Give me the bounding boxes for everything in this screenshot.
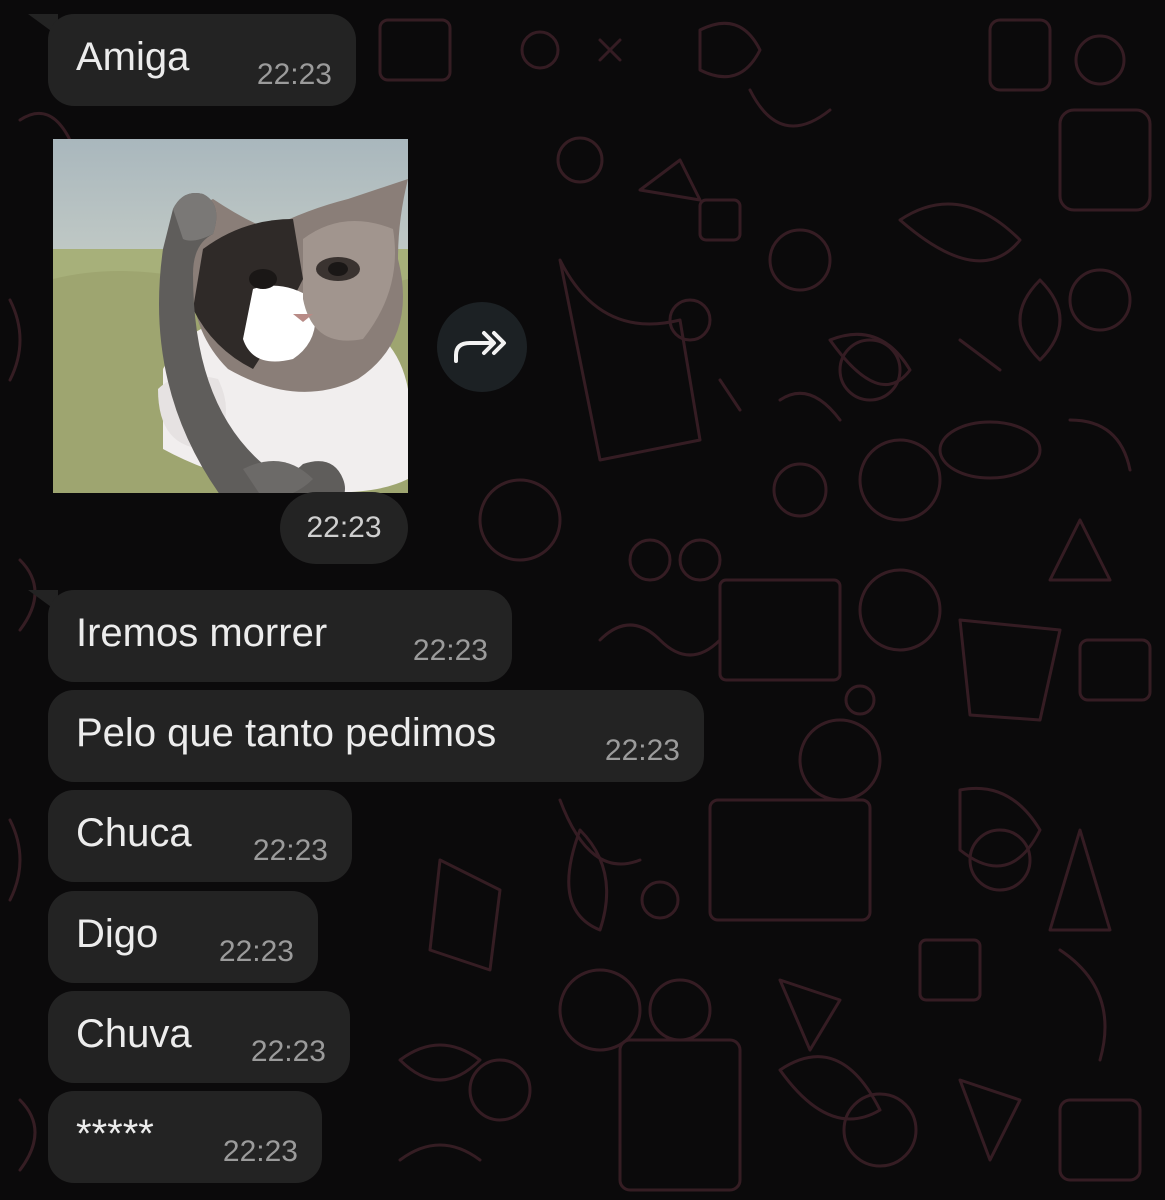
- message-bubble[interactable]: Digo 22:23: [48, 891, 318, 983]
- forward-icon: [454, 331, 506, 363]
- message-text: Iremos morrer: [76, 611, 328, 655]
- message-text: Pelo que tanto pedimos: [76, 711, 497, 755]
- message-text: Chuca: [76, 811, 192, 855]
- message-bubble[interactable]: Amiga 22:23: [48, 14, 356, 106]
- forward-button[interactable]: [437, 302, 527, 392]
- message-bubble[interactable]: Chuca 22:23: [48, 790, 352, 882]
- cat-phone-icon: [53, 139, 408, 493]
- message-time: 22:23: [218, 935, 294, 968]
- message-time: 22:23: [250, 1035, 326, 1068]
- message-text: Amiga: [76, 35, 190, 79]
- message-time: 22:23: [252, 834, 328, 867]
- sticker-time: 22:23: [280, 492, 408, 564]
- message-text: *****: [76, 1112, 154, 1156]
- message-bubble[interactable]: Iremos morrer 22:23: [48, 590, 512, 682]
- message-time: 22:23: [604, 734, 680, 767]
- message-text: Chuva: [76, 1012, 192, 1056]
- message-text: Digo: [76, 912, 159, 956]
- message-bubble[interactable]: Chuva 22:23: [48, 991, 350, 1083]
- message-time: 22:23: [256, 58, 332, 91]
- message-bubble[interactable]: ***** 22:23: [48, 1091, 322, 1183]
- cat-phone-sticker[interactable]: [53, 139, 408, 493]
- message-time: 22:23: [222, 1135, 298, 1168]
- message-bubble[interactable]: Pelo que tanto pedimos 22:23: [48, 690, 704, 782]
- message-time: 22:23: [412, 634, 488, 667]
